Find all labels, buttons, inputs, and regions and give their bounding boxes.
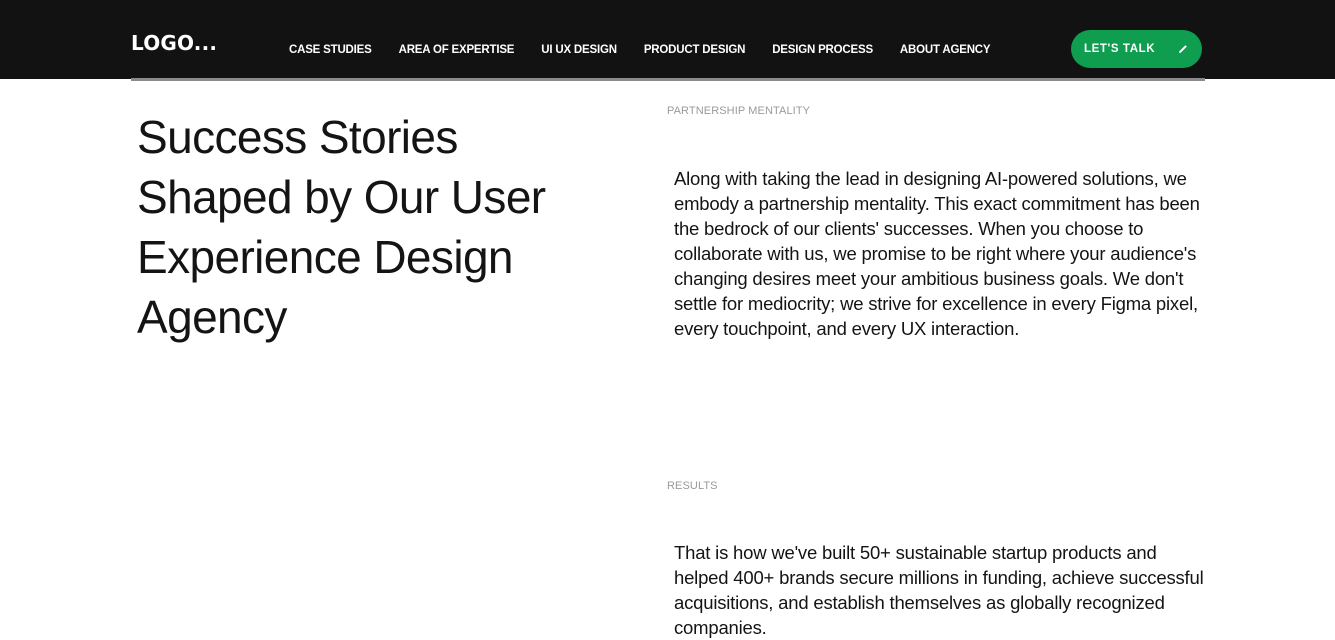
nav-item-about-agency[interactable]: ABOUT AGENCY	[900, 44, 991, 56]
section-eyebrow-partnership: PARTNERSHIP MENTALITY	[667, 105, 811, 117]
logo[interactable]: LOGO...	[131, 30, 217, 56]
nav-item-design-process[interactable]: DESIGN PROCESS	[772, 44, 873, 56]
main-nav: CASE STUDIES AREA OF EXPERTISE UI UX DES…	[289, 41, 1017, 59]
section-eyebrow-results: RESULTS	[667, 480, 718, 492]
nav-item-case-studies[interactable]: CASE STUDIES	[289, 44, 372, 56]
lets-talk-label: LET'S TALK	[1084, 43, 1156, 55]
site-header: LOGO... CASE STUDIES AREA OF EXPERTISE U…	[0, 0, 1335, 79]
header-divider	[131, 78, 1205, 81]
page-title: Success Stories Shaped by Our User Exper…	[137, 111, 546, 343]
nav-item-area-of-expertise[interactable]: AREA OF EXPERTISE	[399, 44, 515, 56]
lets-talk-button[interactable]: LET'S TALK	[1071, 30, 1202, 68]
pencil-icon	[1179, 45, 1187, 53]
section-text-results: That is how we've built 50+ sustainable …	[674, 542, 1204, 638]
nav-item-product-design[interactable]: PRODUCT DESIGN	[644, 44, 746, 56]
section-text-partnership: Along with taking the lead in designing …	[674, 168, 1200, 339]
nav-item-ui-ux-design[interactable]: UI UX DESIGN	[541, 44, 617, 56]
